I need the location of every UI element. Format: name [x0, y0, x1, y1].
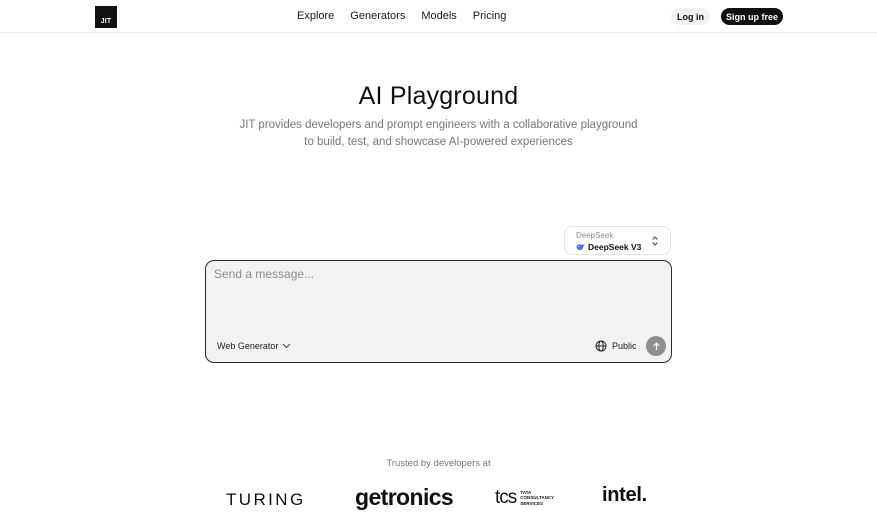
deepseek-whale-icon	[576, 243, 585, 251]
model-selector[interactable]: DeepSeek DeepSeek V3	[564, 226, 671, 255]
nav-generators[interactable]: Generators	[350, 10, 405, 22]
message-input[interactable]	[214, 267, 664, 327]
generator-label: Web Generator	[217, 341, 279, 351]
visibility-toggle[interactable]: Public	[595, 340, 637, 352]
model-name-row: DeepSeek V3	[576, 242, 641, 252]
customer-logos: TURING getronics tcs TATA CONSULTANCY SE…	[0, 484, 877, 524]
chevron-up-down-icon	[652, 236, 658, 246]
model-name-label: DeepSeek V3	[588, 242, 642, 252]
nav-pricing[interactable]: Pricing	[473, 10, 507, 22]
model-provider-label: DeepSeek	[576, 231, 614, 240]
chevron-down-icon	[283, 343, 291, 349]
visibility-label: Public	[612, 341, 637, 351]
tcs-logo-mark: tcs	[495, 487, 517, 508]
getronics-logo: getronics	[355, 484, 454, 510]
signup-button[interactable]: Sign up free	[721, 8, 783, 25]
jit-logo[interactable]: JIT	[95, 6, 117, 28]
nav-models[interactable]: Models	[421, 10, 456, 22]
nav-explore[interactable]: Explore	[297, 10, 334, 22]
arrow-up-icon	[652, 341, 660, 350]
main-nav: Explore Generators Models Pricing	[297, 10, 506, 22]
tcs-logo-text: TATA CONSULTANCY SERVICES	[520, 490, 554, 506]
page-title: AI Playground	[358, 82, 519, 110]
page-subtitle: JIT provides developers and prompt engin…	[239, 119, 638, 148]
intel-logo: intel.	[602, 484, 647, 506]
turing-logo: TURING	[226, 490, 306, 509]
globe-icon	[595, 340, 607, 352]
trusted-by-label: Trusted by developers at	[386, 458, 491, 469]
tcs-line-3: SERVICES	[520, 500, 543, 506]
prompt-composer: Web Generator Public	[205, 260, 672, 363]
generator-dropdown[interactable]: Web Generator	[217, 341, 291, 351]
top-navbar: JIT Explore Generators Models Pricing Lo…	[0, 0, 877, 33]
send-button[interactable]	[646, 336, 666, 356]
login-button[interactable]: Log in	[671, 8, 710, 25]
tcs-logo: tcs TATA CONSULTANCY SERVICES	[495, 487, 554, 509]
